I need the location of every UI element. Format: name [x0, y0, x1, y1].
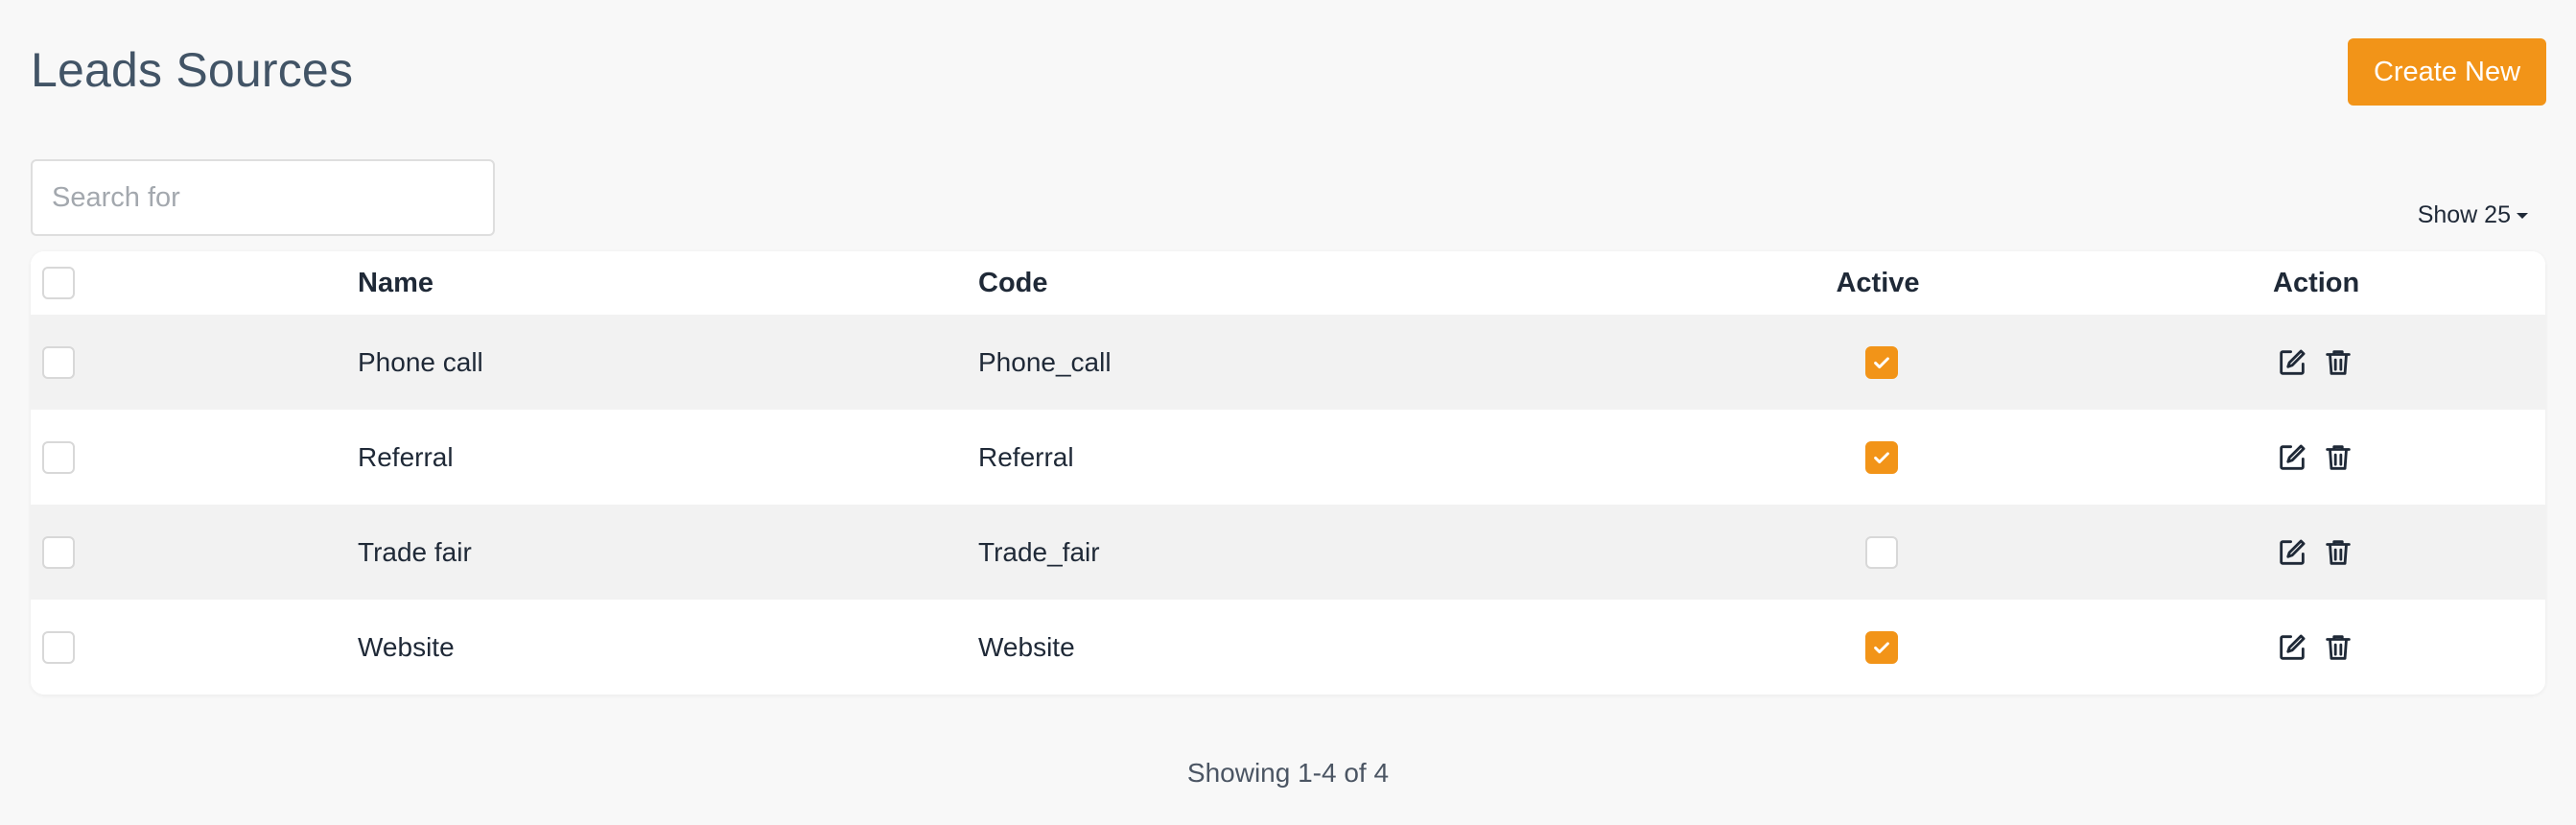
cell-code: Trade_fair	[978, 536, 1100, 567]
table-row: Phone call Phone_call	[31, 315, 2545, 410]
cell-code: Phone_call	[978, 346, 1112, 377]
search-input[interactable]	[52, 181, 474, 214]
pagination-summary: Showing 1-4 of 4	[1186, 758, 1390, 788]
active-checkbox[interactable]	[1865, 535, 1898, 569]
caret-down-icon	[2517, 212, 2528, 219]
row-checkbox[interactable]	[42, 345, 75, 379]
column-header-name[interactable]: Name	[358, 251, 433, 315]
column-header-active[interactable]: Active	[1782, 251, 1974, 315]
page-size-label: Show 25	[2417, 201, 2511, 228]
page: Leads Sources Create New Show 25 Name Co…	[0, 0, 2576, 825]
check-icon	[1874, 451, 1889, 463]
select-all-checkbox[interactable]	[42, 267, 75, 299]
column-header-action: Action	[2273, 267, 2360, 298]
trash-icon[interactable]	[2319, 438, 2357, 477]
trash-icon[interactable]	[2319, 533, 2357, 572]
active-checkbox[interactable]	[1865, 440, 1898, 474]
row-checkbox[interactable]	[42, 535, 75, 569]
edit-icon[interactable]	[2273, 343, 2311, 382]
row-checkbox[interactable]	[42, 630, 75, 664]
leads-sources-table: Name Code Active Action Phone call Phone_…	[31, 251, 2545, 695]
cell-name: Website	[358, 631, 455, 662]
active-checkbox[interactable]	[1865, 345, 1898, 379]
table-row: Website Website	[31, 600, 2545, 695]
edit-icon[interactable]	[2273, 628, 2311, 667]
create-new-button[interactable]: Create New	[2348, 38, 2546, 106]
page-size-select[interactable]: Show 25	[2418, 201, 2528, 229]
trash-icon[interactable]	[2319, 628, 2357, 667]
column-header-code[interactable]: Code	[978, 251, 1048, 315]
trash-icon[interactable]	[2319, 343, 2357, 382]
table-row: Trade fair Trade_fair	[31, 505, 2545, 600]
row-checkbox[interactable]	[42, 440, 75, 474]
cell-code: Referral	[978, 441, 1074, 472]
search-field[interactable]	[31, 159, 495, 236]
active-checkbox[interactable]	[1865, 630, 1898, 664]
cell-name: Phone call	[358, 346, 483, 377]
page-title: Leads Sources	[31, 43, 354, 97]
check-icon	[1874, 641, 1889, 653]
edit-icon[interactable]	[2273, 438, 2311, 477]
cell-name: Trade fair	[358, 536, 472, 567]
edit-icon[interactable]	[2273, 533, 2311, 572]
cell-code: Website	[978, 631, 1075, 662]
check-icon	[1874, 356, 1889, 368]
cell-name: Referral	[358, 441, 454, 472]
table-header-row: Name Code Active Action	[31, 251, 2545, 315]
table-row: Referral Referral	[31, 410, 2545, 505]
